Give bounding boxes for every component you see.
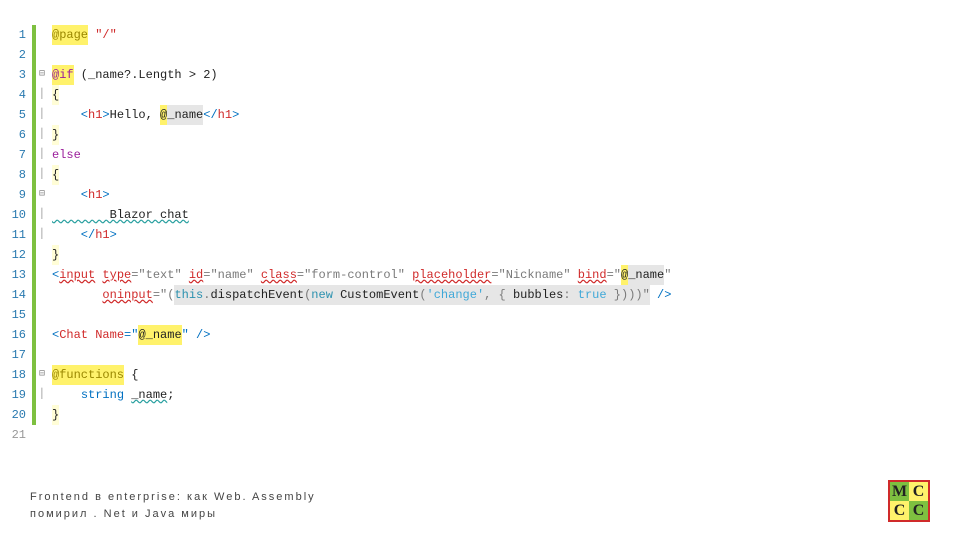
line-number: 13 [12, 265, 26, 285]
code-line [52, 45, 671, 65]
line-number: 1 [19, 25, 26, 45]
code-line: } [52, 245, 671, 265]
fold-toggle-icon[interactable]: ⊟ [36, 365, 48, 385]
code-line: } [52, 125, 671, 145]
line-number: 15 [12, 305, 26, 325]
line-number: 14 [12, 285, 26, 305]
line-number: 11 [12, 225, 26, 245]
code-line: <h1>Hello, @_name</h1> [52, 105, 671, 125]
logo-tl: M [890, 482, 909, 501]
code-line [52, 345, 671, 365]
footer-line2: помирил . Net и Java миры [30, 506, 316, 523]
code-line: } [52, 405, 671, 425]
line-number: 8 [19, 165, 26, 185]
line-number: 7 [19, 145, 26, 165]
slide-footer: Frontend в enterprise: как Web. Assembly… [30, 480, 930, 522]
code-line: else [52, 145, 671, 165]
line-number: 10 [12, 205, 26, 225]
mcc-logo: M C C C [888, 480, 930, 522]
logo-bl: C [890, 501, 909, 520]
line-number: 4 [19, 85, 26, 105]
line-number: 9 [19, 185, 26, 205]
line-number: 3 [19, 65, 26, 85]
line-number: 21 [12, 425, 26, 445]
line-number: 18 [12, 365, 26, 385]
line-number: 20 [12, 405, 26, 425]
code-line [52, 425, 671, 445]
line-number: 6 [19, 125, 26, 145]
code-line: <input type="text" id="name" class="form… [52, 265, 671, 285]
code-line: @functions { [52, 365, 671, 385]
code-line: Blazor chat [52, 205, 671, 225]
line-number: 19 [12, 385, 26, 405]
code-content[interactable]: @page "/" @if (_name?.Length > 2) { <h1>… [48, 25, 671, 445]
code-line: { [52, 165, 671, 185]
code-editor: 1 2 3 4 5 6 7 8 9 10 11 12 13 14 15 16 1… [0, 0, 960, 445]
line-number: 16 [12, 325, 26, 345]
code-line: <Chat Name="@_name" /> [52, 325, 671, 345]
fold-toggle-icon[interactable]: ⊟ [36, 65, 48, 85]
line-number: 12 [12, 245, 26, 265]
code-line: oninput="(this.dispatchEvent(new CustomE… [52, 285, 671, 305]
footer-line1: Frontend в enterprise: как Web. Assembly [30, 489, 316, 506]
logo-br: C [909, 501, 928, 520]
code-line: <h1> [52, 185, 671, 205]
code-line: @if (_name?.Length > 2) [52, 65, 671, 85]
footer-caption: Frontend в enterprise: как Web. Assembly… [30, 489, 316, 522]
code-line: string _name; [52, 385, 671, 405]
code-line: @page "/" [52, 25, 671, 45]
line-number: 17 [12, 345, 26, 365]
logo-tr: C [909, 482, 928, 501]
code-line: { [52, 85, 671, 105]
fold-toggle-icon[interactable]: ⊟ [36, 185, 48, 205]
code-line: </h1> [52, 225, 671, 245]
line-number: 2 [19, 45, 26, 65]
fold-column: ⊟ │││││ ⊟ ││ ⊟ │ [36, 25, 48, 445]
line-number-gutter: 1 2 3 4 5 6 7 8 9 10 11 12 13 14 15 16 1… [8, 25, 32, 445]
line-number: 5 [19, 105, 26, 125]
code-line [52, 305, 671, 325]
